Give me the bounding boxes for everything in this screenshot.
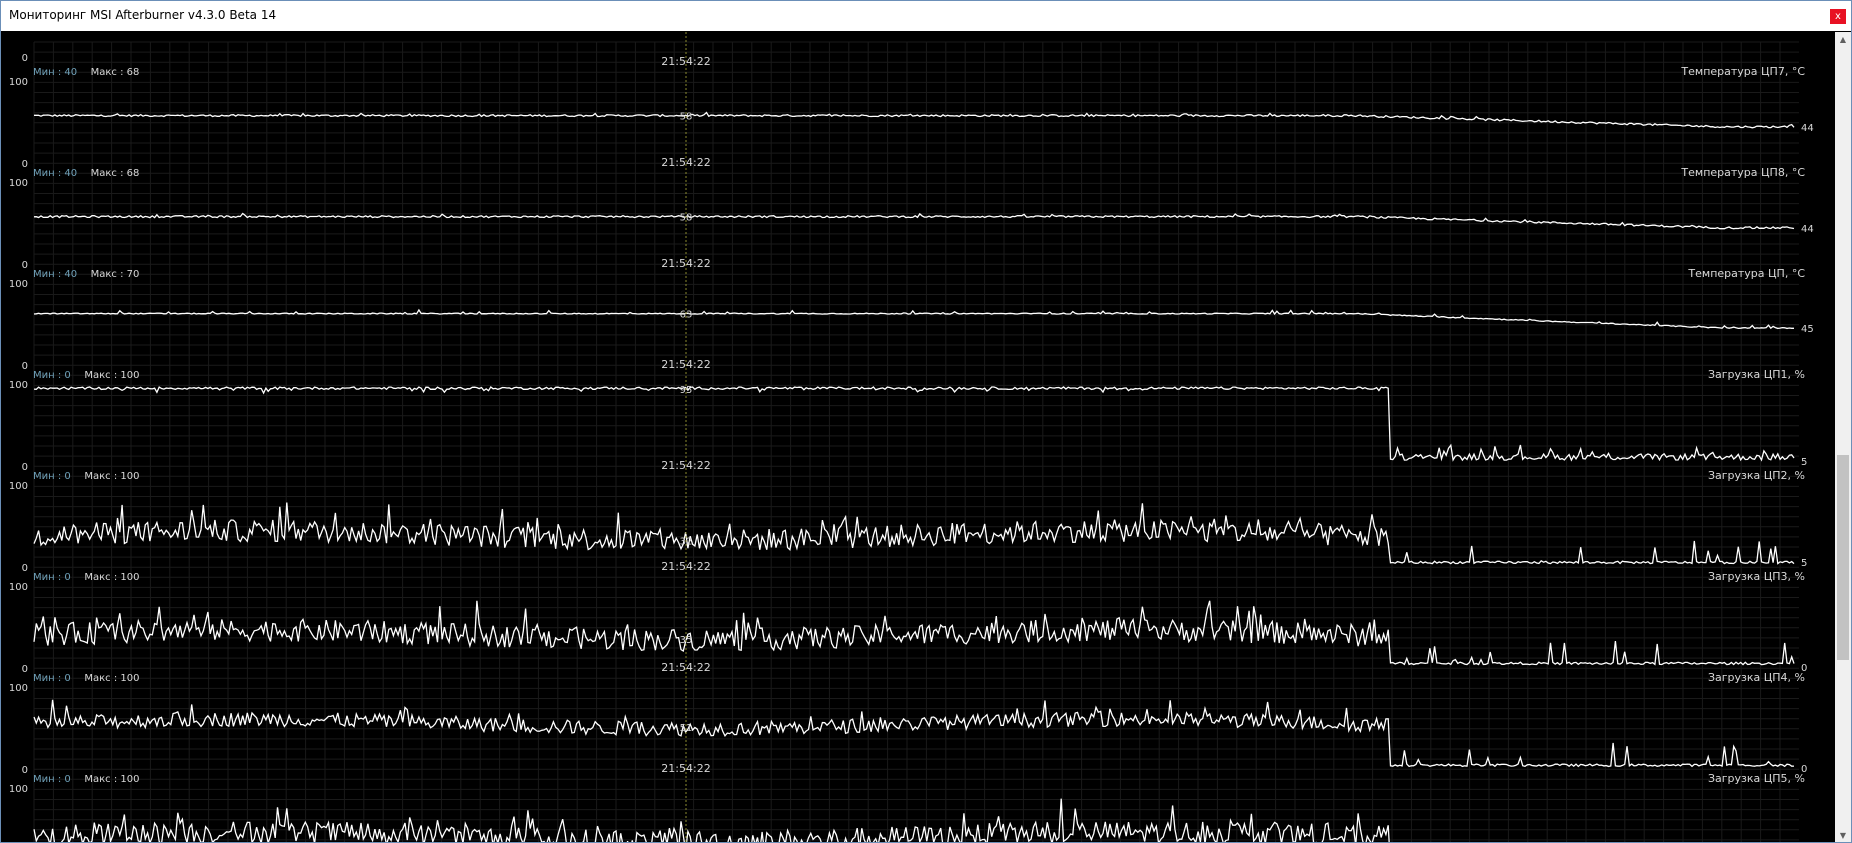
max-label: Макс : 68 (91, 168, 140, 179)
axis-bottom-label: 0 (22, 159, 28, 170)
axis-bottom-label: 0 (22, 462, 28, 473)
axis-bottom-label: 0 (22, 765, 28, 776)
axis-top-label: 100 (9, 582, 28, 593)
max-label: Макс : 100 (84, 673, 139, 684)
max-label: Макс : 100 (84, 370, 139, 381)
axis-top-label: 100 (9, 784, 28, 795)
scroll-up-arrow-icon[interactable]: ▲ (1835, 32, 1851, 47)
graph-title: Температура ЦП, °С (1687, 267, 1805, 280)
max-label: Макс : 70 (91, 269, 140, 280)
monitoring-graphs: 0 21:54:22Мин : 40 Макс : 68 Температура ЦП… (9, 32, 1814, 842)
scroll-thumb[interactable] (1837, 455, 1849, 660)
max-label: Макс : 100 (84, 471, 139, 482)
current-value-label: 44 (1801, 224, 1814, 235)
graph-title: Температура ЦП7, °С (1680, 65, 1805, 78)
scroll-down-arrow-icon[interactable]: ▼ (1835, 828, 1851, 842)
axis-bottom-label: 0 (22, 53, 28, 64)
current-value-label: 5 (1801, 558, 1807, 569)
axis-bottom-label: 0 (22, 361, 28, 372)
series-line (33, 699, 1795, 768)
series-line (33, 502, 1795, 565)
series-line (33, 798, 1390, 842)
min-label: Мин : 40 (33, 67, 77, 78)
axis-top-label: 100 (9, 683, 28, 694)
current-value-label: 45 (1801, 324, 1814, 335)
vertical-scrollbar[interactable]: ▲ ▼ (1835, 32, 1851, 842)
close-button[interactable]: x (1830, 9, 1846, 24)
axis-top-label: 100 (9, 380, 28, 391)
max-label: Макс : 100 (84, 774, 139, 785)
current-value-label: 44 (1801, 123, 1814, 134)
min-label: Мин : 0 (33, 673, 71, 684)
graph-area[interactable]: 0 21:54:22 Мин : 40 Макс : 68 Температура ЦП… (1, 32, 1835, 842)
max-label: Макс : 100 (84, 572, 139, 583)
min-label: Мин : 0 (33, 370, 71, 381)
graph-title: Загрузка ЦП3, % (1708, 570, 1805, 583)
current-value-label: 5 (1801, 457, 1807, 468)
series-line (33, 308, 1794, 330)
graph-title: Загрузка ЦП4, % (1708, 671, 1805, 684)
min-label: Мин : 0 (33, 471, 71, 482)
series-line (34, 111, 1795, 129)
axis-bottom-label: 0 (22, 563, 28, 574)
cursor-value-label: 95 (680, 385, 693, 396)
series-line (33, 386, 1795, 462)
min-label: Мин : 0 (33, 572, 71, 583)
graph-title: Загрузка ЦП5, % (1708, 772, 1805, 785)
graph-title: Температура ЦП8, °С (1680, 166, 1805, 179)
min-label: Мин : 40 (33, 269, 77, 280)
window-title: Мониторинг MSI Afterburner v4.3.0 Beta 1… (9, 8, 277, 22)
min-label: Мин : 0 (33, 774, 71, 785)
monitoring-window: Мониторинг MSI Afterburner v4.3.0 Beta 1… (0, 0, 1852, 843)
axis-bottom-label: 0 (22, 260, 28, 271)
graph-title: Загрузка ЦП1, % (1708, 368, 1805, 381)
max-label: Макс : 68 (91, 67, 140, 78)
cursor-value-label: 63 (680, 310, 693, 321)
title-bar[interactable]: Мониторинг MSI Afterburner v4.3.0 Beta 1… (1, 1, 1851, 31)
axis-top-label: 100 (9, 178, 28, 189)
min-label: Мин : 40 (33, 168, 77, 179)
graph-title: Загрузка ЦП2, % (1708, 469, 1805, 482)
series-line (33, 212, 1795, 230)
axis-bottom-label: 0 (22, 664, 28, 675)
axis-top-label: 100 (9, 481, 28, 492)
series-line (33, 600, 1795, 666)
axis-top-label: 100 (9, 279, 28, 290)
axis-top-label: 100 (9, 77, 28, 88)
